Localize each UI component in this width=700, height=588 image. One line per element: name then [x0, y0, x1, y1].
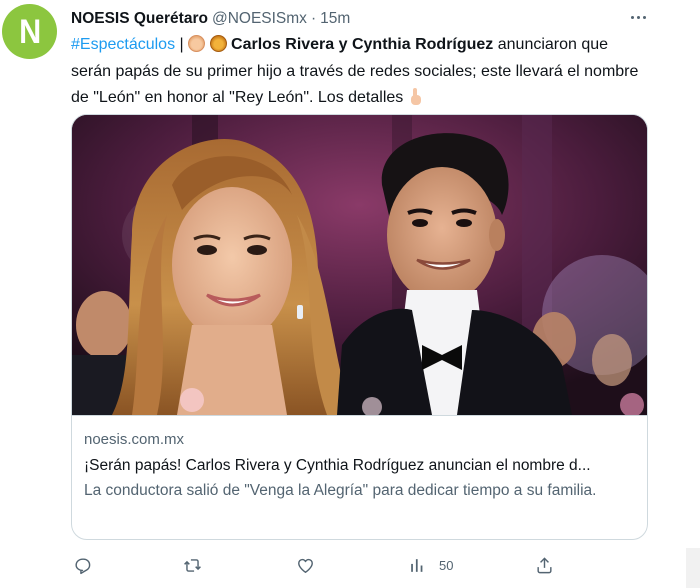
- heart-icon: [298, 558, 313, 573]
- like-button[interactable]: [296, 552, 315, 578]
- tweet-header: NOESIS Querétaro @NOESISmx · 15m: [71, 9, 350, 29]
- reply-button[interactable]: [73, 552, 92, 578]
- tweet[interactable]: N NOESIS Querétaro @NOESISmx · 15m #Espe…: [0, 0, 700, 588]
- more-options-icon[interactable]: [628, 9, 648, 25]
- avatar-letter: N: [18, 12, 41, 51]
- card-description: La conductora salió de "Venga la Alegría…: [84, 482, 597, 499]
- baby-emoji-icon: [188, 35, 206, 52]
- user-handle[interactable]: @NOESISmx: [212, 10, 307, 28]
- action-bar: 50: [71, 552, 651, 578]
- reply-icon: [75, 557, 91, 574]
- lion-emoji-icon: [209, 35, 227, 52]
- share-button[interactable]: [535, 552, 554, 578]
- tweet-text: #Espectáculos | Carlos Rivera y Cynthia …: [71, 32, 651, 112]
- timestamp[interactable]: 15m: [320, 10, 350, 28]
- views-button[interactable]: 50: [408, 552, 453, 578]
- card-divider: [72, 415, 647, 416]
- link-card[interactable]: noesis.com.mx ¡Serán papás! Carlos River…: [71, 114, 648, 540]
- card-domain: noesis.com.mx: [84, 431, 185, 448]
- card-photo-illustration: [72, 115, 647, 415]
- card-image[interactable]: [72, 115, 647, 415]
- bold-names: Carlos Rivera y Cynthia Rodríguez: [231, 36, 494, 53]
- pipe-separator: |: [175, 36, 189, 53]
- avatar[interactable]: N: [2, 4, 57, 59]
- card-body[interactable]: noesis.com.mx ¡Serán papás! Carlos River…: [84, 429, 639, 502]
- scrollbar[interactable]: [686, 548, 700, 588]
- hashtag-link[interactable]: #Espectáculos: [71, 36, 175, 53]
- views-count: 50: [439, 557, 454, 573]
- retweet-icon: [184, 558, 201, 572]
- card-title[interactable]: ¡Serán papás! Carlos Rivera y Cynthia Ro…: [84, 454, 639, 478]
- separator-dot: ·: [310, 10, 317, 27]
- views-icon: [411, 558, 423, 572]
- share-icon: [537, 556, 552, 573]
- display-name[interactable]: NOESIS Querétaro: [71, 10, 208, 28]
- pointing-down-emoji-icon: [408, 88, 422, 106]
- retweet-button[interactable]: [183, 552, 202, 578]
